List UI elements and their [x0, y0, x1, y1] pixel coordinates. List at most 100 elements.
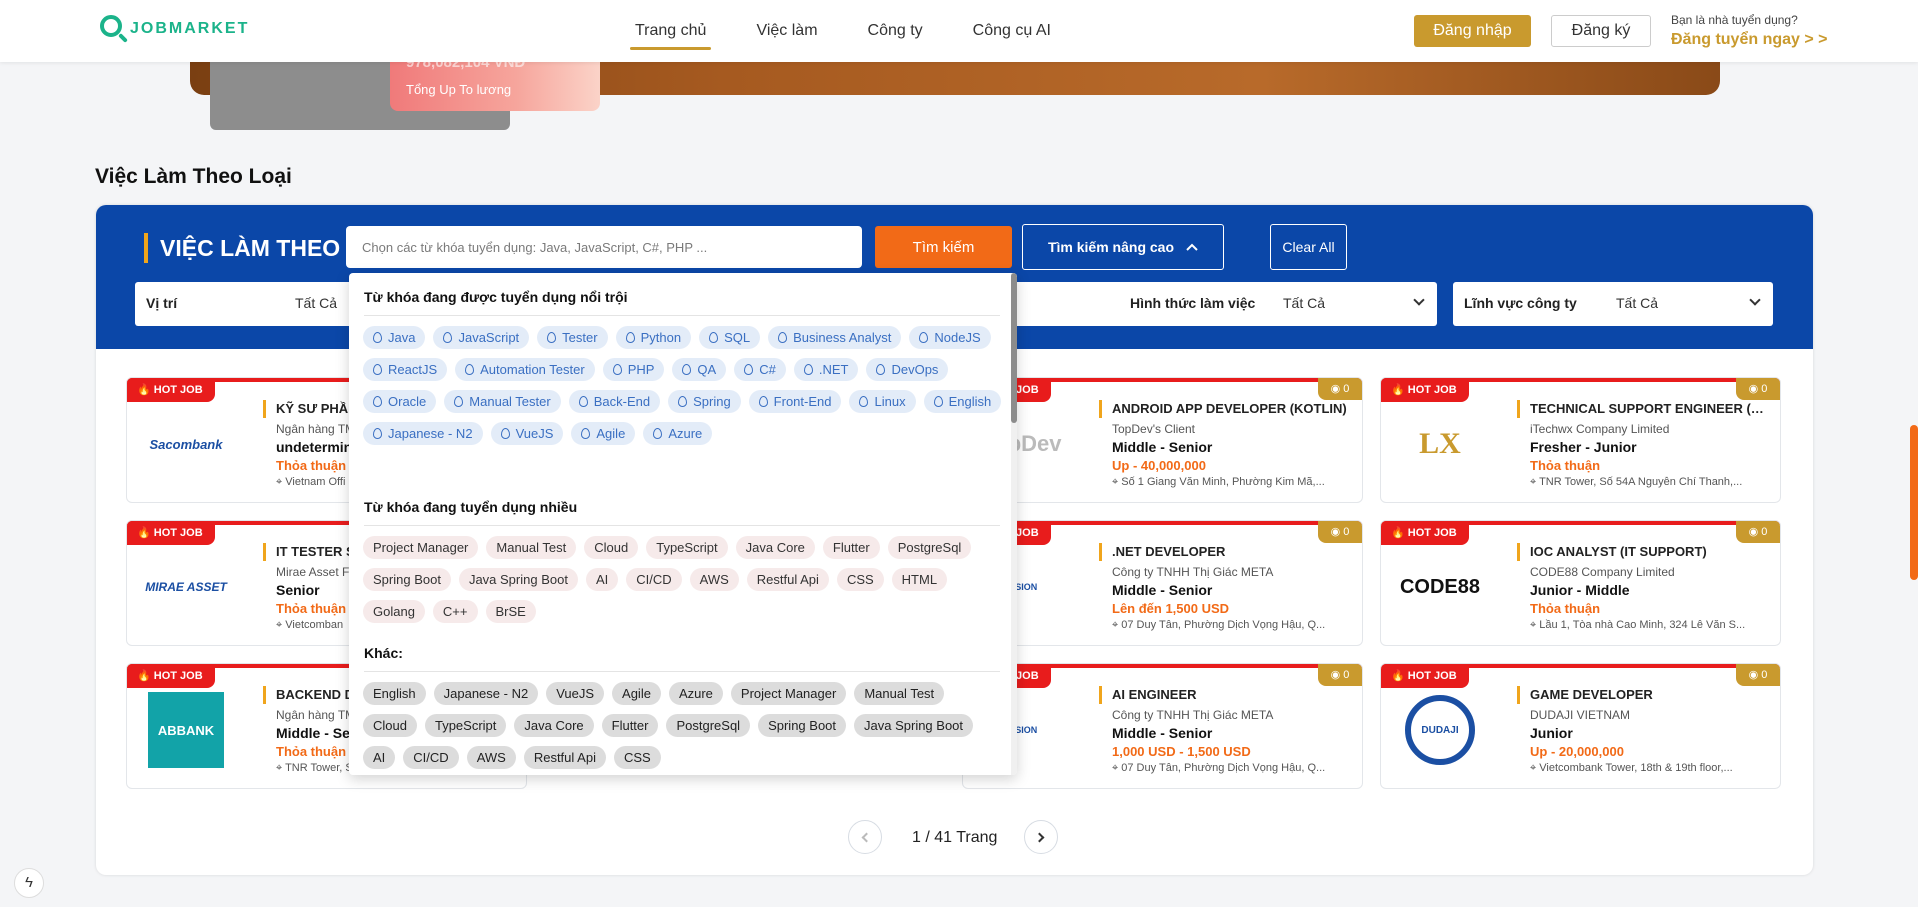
- keyword-chip[interactable]: Business Analyst: [768, 326, 902, 349]
- keyword-chip[interactable]: C++: [432, 600, 478, 623]
- keyword-chip[interactable]: CI/CD: [626, 568, 682, 591]
- dropdown-scrollbar[interactable]: [1011, 273, 1017, 775]
- keyword-chip[interactable]: Java Core: [514, 714, 594, 737]
- keyword-chip[interactable]: VueJS: [490, 422, 564, 445]
- keyword-chip[interactable]: .NET: [793, 358, 859, 381]
- job-title[interactable]: IOC ANALYST (IT SUPPORT): [1517, 543, 1770, 561]
- keyword-chip[interactable]: Japanese - N2: [433, 682, 539, 705]
- nav-item[interactable]: Trang chủ: [610, 0, 731, 62]
- keyword-search-input[interactable]: Chọn các từ khóa tuyển dụng: Java, JavaS…: [346, 226, 862, 268]
- job-title[interactable]: AI ENGINEER: [1099, 686, 1352, 704]
- keyword-chip[interactable]: DevOps: [866, 358, 949, 381]
- filter-industry[interactable]: Lĩnh vực công ty Tất Cả: [1453, 282, 1773, 326]
- keyword-chip[interactable]: Flutter: [822, 536, 880, 559]
- keyword-chip[interactable]: BrSE: [485, 600, 536, 623]
- job-card[interactable]: 🔥 HOT JOB ◉ 0 CODE88 IOC ANALYST (IT SUPPOR…: [1380, 520, 1781, 646]
- job-title[interactable]: .NET DEVELOPER: [1099, 543, 1352, 561]
- keyword-chip[interactable]: Azure: [643, 422, 713, 445]
- keyword-chip[interactable]: Java Spring Boot: [458, 568, 578, 591]
- job-card[interactable]: 🔥 HOT JOB◉ 0TopDevANDROID APP DEVELOPER …: [962, 377, 1363, 503]
- keyword-chip[interactable]: AI: [363, 746, 396, 769]
- keyword-chip[interactable]: Golang: [363, 600, 425, 623]
- keyword-label: Japanese - N2: [388, 426, 473, 441]
- keyword-chip[interactable]: Spring Boot: [363, 568, 451, 591]
- nav-item[interactable]: Công cụ AI: [948, 0, 1076, 62]
- filter-position[interactable]: Vị trí Tất Cả: [135, 282, 365, 326]
- keyword-chip[interactable]: TypeScript: [424, 714, 507, 737]
- keyword-chip[interactable]: Tester: [537, 326, 608, 349]
- keyword-chip[interactable]: Restful Api: [523, 746, 606, 769]
- nav-item[interactable]: Việc làm: [731, 0, 842, 62]
- job-card[interactable]: 🔥 HOT JOB ◉ 0 DUDAJI GAME DEVELOPER DUDAJI V…: [1380, 663, 1781, 789]
- keyword-chip[interactable]: Azure: [668, 682, 723, 705]
- keyword-chip[interactable]: CI/CD: [403, 746, 459, 769]
- keyword-chip[interactable]: Linux: [849, 390, 916, 413]
- keyword-chip[interactable]: AWS: [466, 746, 516, 769]
- keyword-chip[interactable]: Front-End: [748, 390, 842, 413]
- keyword-chip[interactable]: PostgreSql: [666, 714, 751, 737]
- keyword-chip[interactable]: Cloud: [363, 714, 417, 737]
- clear-all-button[interactable]: Clear All: [1270, 224, 1347, 270]
- keyword-chip[interactable]: PHP: [602, 358, 665, 381]
- keyword-chip[interactable]: Java: [363, 326, 426, 349]
- keyword-chip[interactable]: Python: [615, 326, 692, 349]
- keyword-chip[interactable]: JavaScript: [433, 326, 530, 349]
- job-title[interactable]: GAME DEVELOPER: [1517, 686, 1770, 704]
- job-card[interactable]: 🔥 HOT JOB ◉ 0 LX TECHNICAL SUPPORT ENGINEER…: [1380, 377, 1781, 503]
- keyword-chip[interactable]: QA: [672, 358, 727, 381]
- keyword-chip[interactable]: PostgreSql: [887, 536, 972, 559]
- post-job-link[interactable]: Đăng tuyển ngay > >: [1671, 31, 1827, 49]
- keyword-chip[interactable]: English: [363, 682, 426, 705]
- keyword-chip[interactable]: SQL: [699, 326, 761, 349]
- company-logo-text: DUDAJI: [1405, 695, 1475, 765]
- nav-item[interactable]: Công ty: [843, 0, 948, 62]
- advanced-search-button[interactable]: Tìm kiếm nâng cao: [1022, 224, 1224, 270]
- keyword-chip[interactable]: Agile: [612, 682, 661, 705]
- prev-page-button[interactable]: [848, 820, 882, 854]
- hot-job-label: HOT JOB: [153, 527, 203, 539]
- keyword-chip[interactable]: Oracle: [363, 390, 437, 413]
- keyword-chip[interactable]: ReactJS: [363, 358, 448, 381]
- keyword-chip[interactable]: Spring: [668, 390, 741, 413]
- job-title[interactable]: TECHNICAL SUPPORT ENGINEER (E...: [1517, 400, 1770, 418]
- keyword-chip[interactable]: CSS: [836, 568, 884, 591]
- keyword-chip[interactable]: Spring Boot: [758, 714, 847, 737]
- keyword-chip[interactable]: AI: [585, 568, 619, 591]
- keyword-chip[interactable]: Restful Api: [746, 568, 829, 591]
- next-page-button[interactable]: [1024, 820, 1058, 854]
- keyword-chip[interactable]: C#: [734, 358, 786, 381]
- keyword-chip[interactable]: Cloud: [584, 536, 639, 559]
- keyword-chip[interactable]: Back-End: [568, 390, 661, 413]
- keyword-chip[interactable]: Manual Tester: [444, 390, 561, 413]
- keyword-chip[interactable]: English: [923, 390, 1002, 413]
- keyword-chip[interactable]: TypeScript: [646, 536, 728, 559]
- logo[interactable]: JOBMARKET: [98, 14, 249, 44]
- page-scrollbar[interactable]: [1910, 425, 1918, 580]
- filter-work-type[interactable]: Hình thức làm việc Tất Cả: [1119, 282, 1437, 326]
- keyword-chip[interactable]: AWS: [689, 568, 739, 591]
- job-title[interactable]: ANDROID APP DEVELOPER (KOTLIN): [1099, 400, 1352, 418]
- keyword-chip[interactable]: Japanese - N2: [363, 422, 483, 445]
- keyword-chip[interactable]: Java Core: [735, 536, 815, 559]
- login-button[interactable]: Đăng nhập: [1414, 15, 1531, 47]
- keyword-chip[interactable]: Project Manager: [363, 536, 479, 559]
- keyword-chip[interactable]: NodeJS: [909, 326, 991, 349]
- keyword-chip[interactable]: Flutter: [601, 714, 659, 737]
- keyword-chip[interactable]: Manual Test: [854, 682, 945, 705]
- keyword-chip[interactable]: Agile: [571, 422, 636, 445]
- keyword-chip[interactable]: CSS: [613, 746, 661, 769]
- job-card[interactable]: 🔥 HOT JOB◉ 0VISION.NET DEVELOPERCông ty …: [962, 520, 1363, 646]
- register-button[interactable]: Đăng ký: [1551, 15, 1651, 47]
- keyword-chip[interactable]: HTML: [891, 568, 948, 591]
- location-pin-icon: ⌖: [276, 476, 283, 488]
- keyword-chip[interactable]: VueJS: [546, 682, 605, 705]
- search-button[interactable]: Tìm kiếm: [875, 226, 1012, 268]
- keyword-chip[interactable]: Automation Tester: [455, 358, 595, 381]
- keyword-chip[interactable]: Manual Test: [486, 536, 577, 559]
- company-logo: ABBANK: [141, 690, 231, 770]
- keyword-chip[interactable]: Java Spring Boot: [854, 714, 974, 737]
- keyword-chip[interactable]: Project Manager: [730, 682, 847, 705]
- job-card[interactable]: 🔥 HOT JOB◉ 0VISIONAI ENGINEERCông ty TNH…: [962, 663, 1363, 789]
- lightning-icon[interactable]: ϟ: [14, 868, 44, 898]
- fire-icon: [373, 364, 382, 375]
